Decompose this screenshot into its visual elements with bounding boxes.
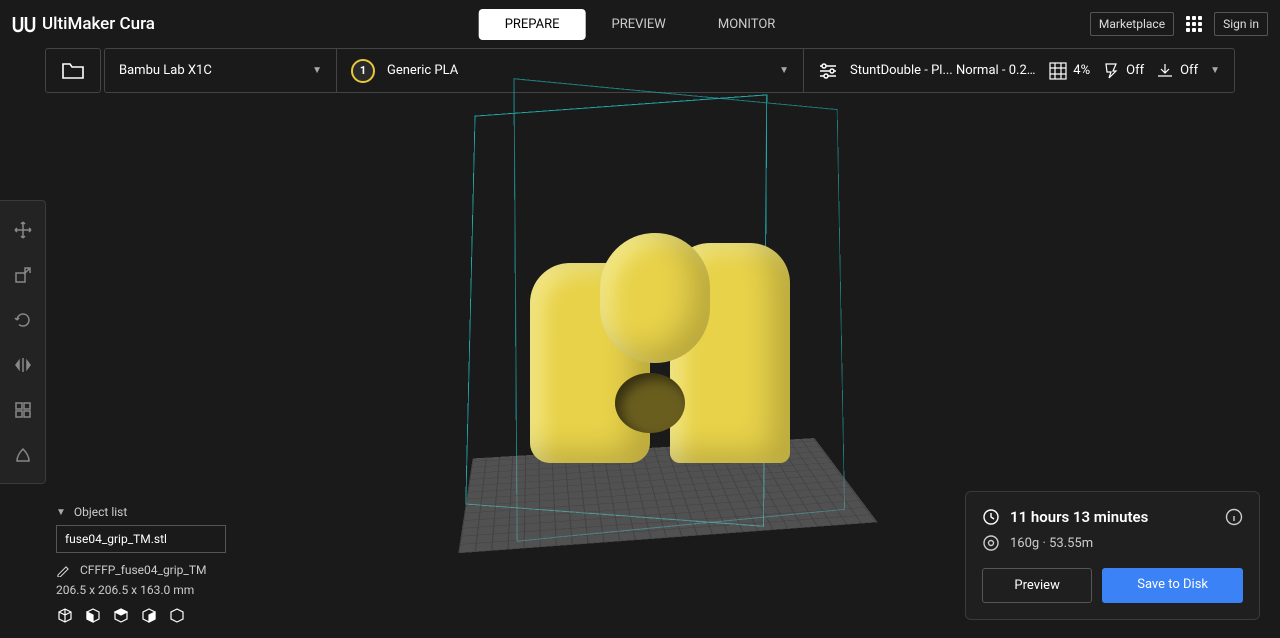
job-name: CFFFP_fuse04_grip_TM: [80, 563, 206, 577]
spool-icon: [982, 534, 1000, 552]
top-bar-right: Marketplace Sign in: [1090, 12, 1268, 36]
save-to-disk-button[interactable]: Save to Disk: [1102, 568, 1243, 603]
app-logo: UltiMaker Cura: [12, 14, 155, 34]
per-model-icon: [13, 400, 33, 420]
chevron-down-icon: ▼: [312, 65, 322, 76]
folder-icon: [61, 61, 85, 81]
app-name: UltiMaker Cura: [42, 14, 155, 34]
view-3d[interactable]: [56, 607, 74, 628]
top-bar: UltiMaker Cura PREPARE PREVIEW MONITOR M…: [0, 0, 1280, 48]
config-bar: Bambu Lab X1C ▼ 1 Generic PLA ▼ StuntDou…: [45, 48, 1235, 93]
chevron-down-icon: ▼: [56, 507, 66, 518]
print-settings-bar[interactable]: StuntDouble - Pl... Normal - 0.24mm 4% O…: [804, 48, 1235, 93]
tool-mirror[interactable]: [0, 342, 45, 387]
apps-grid-icon[interactable]: [1182, 12, 1206, 36]
open-file-button[interactable]: [45, 48, 101, 93]
stage-tabs: PREPARE PREVIEW MONITOR: [479, 9, 802, 40]
rotate-icon: [13, 310, 33, 330]
tool-sidebar: [0, 200, 46, 484]
object-dimensions: 206.5 x 206.5 x 163.0 mm: [56, 583, 226, 597]
infill-indicator: 4%: [1049, 62, 1090, 80]
object-list-panel: ▼ Object list CFFFP_fuse04_grip_TM 206.5…: [56, 505, 226, 628]
profile-name: StuntDouble - Pl... Normal - 0.24mm: [850, 63, 1037, 78]
tool-support-blocker[interactable]: [0, 432, 45, 477]
support-indicator: Off: [1102, 62, 1144, 80]
tab-monitor[interactable]: MONITOR: [692, 9, 801, 40]
tab-preview[interactable]: PREVIEW: [586, 9, 692, 40]
slice-result-panel: 11 hours 13 minutes 160g · 53.55m Previe…: [965, 491, 1260, 620]
tool-rotate[interactable]: [0, 297, 45, 342]
chevron-down-icon: ▼: [1210, 65, 1220, 76]
mirror-icon: [13, 355, 33, 375]
chevron-down-icon: ▼: [779, 65, 789, 76]
material-estimate: 160g · 53.55m: [1010, 536, 1093, 551]
tool-mesh[interactable]: [0, 387, 45, 432]
move-icon: [13, 220, 33, 240]
tab-prepare[interactable]: PREPARE: [479, 9, 586, 40]
preview-button[interactable]: Preview: [982, 568, 1092, 603]
printer-name: Bambu Lab X1C: [119, 63, 212, 78]
material-name: Generic PLA: [387, 63, 458, 78]
scale-icon: [13, 265, 33, 285]
tool-scale[interactable]: [0, 252, 45, 297]
view-right[interactable]: [168, 607, 186, 628]
marketplace-button[interactable]: Marketplace: [1090, 12, 1174, 36]
printer-selector[interactable]: Bambu Lab X1C ▼: [104, 48, 337, 93]
view-top[interactable]: [112, 607, 130, 628]
signin-button[interactable]: Sign in: [1214, 12, 1268, 36]
adhesion-icon: [1156, 62, 1174, 80]
clock-icon: [982, 508, 1000, 526]
pencil-icon[interactable]: [56, 563, 70, 577]
infill-icon: [1049, 62, 1067, 80]
view-left[interactable]: [140, 607, 158, 628]
view-orientation-buttons: [56, 607, 226, 628]
tool-move[interactable]: [0, 207, 45, 252]
view-front[interactable]: [84, 607, 102, 628]
ultimaker-logo-icon: [12, 15, 36, 33]
model-preview[interactable]: [520, 203, 800, 493]
info-button[interactable]: [1225, 508, 1243, 530]
extruder-badge: 1: [351, 59, 375, 83]
material-row: 160g · 53.55m: [982, 534, 1243, 552]
print-time-row: 11 hours 13 minutes: [982, 508, 1243, 526]
adhesion-indicator: Off: [1156, 62, 1198, 80]
sliders-icon: [818, 62, 838, 80]
object-list-header[interactable]: ▼ Object list: [56, 505, 226, 519]
object-list-title: Object list: [74, 505, 127, 519]
support-blocker-icon: [13, 445, 33, 465]
print-time: 11 hours 13 minutes: [1010, 508, 1148, 526]
support-icon: [1102, 62, 1120, 80]
info-icon: [1225, 508, 1243, 526]
object-name-input[interactable]: [56, 525, 226, 553]
